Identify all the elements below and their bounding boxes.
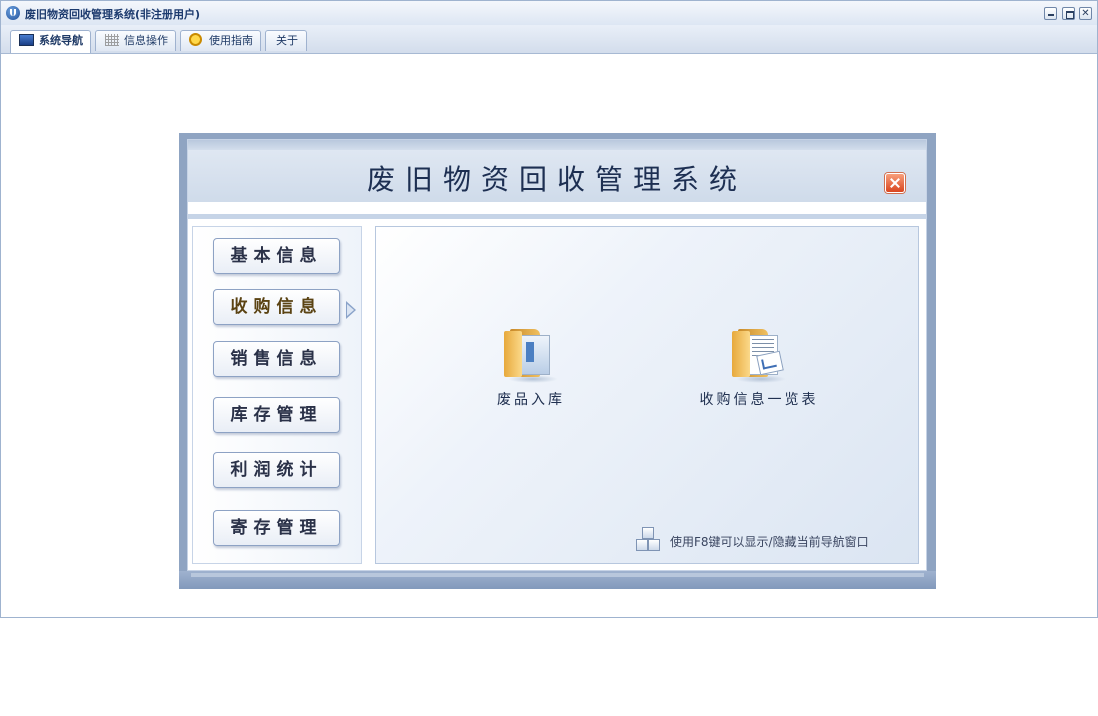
folder-report-icon xyxy=(732,325,786,383)
menu-basic-info[interactable]: 基本信息 xyxy=(213,238,340,274)
hint-text: 使用F8键可以显示/隐藏当前导航窗口 xyxy=(670,535,869,549)
menu-inventory[interactable]: 库存管理 xyxy=(213,397,340,433)
minimize-button[interactable] xyxy=(1044,7,1057,20)
monitor-icon xyxy=(19,34,34,46)
close-navigation-button[interactable] xyxy=(885,173,905,193)
navigation-title: 废旧物资回收管理系统 xyxy=(366,163,747,196)
navigation-body: 废旧物资回收管理系统 基本信息 收购信息 销售信息 库存管理 利润统计 寄存管理… xyxy=(187,139,927,571)
menu-storage[interactable]: 寄存管理 xyxy=(213,510,340,546)
menu-column: 基本信息 收购信息 销售信息 库存管理 利润统计 寄存管理 xyxy=(192,226,362,564)
menu-profit-stats[interactable]: 利润统计 xyxy=(213,452,340,488)
active-arrow-icon xyxy=(346,301,356,319)
app-logo-icon xyxy=(6,6,20,20)
folder-window-icon xyxy=(504,325,558,383)
navigation-header: 废旧物资回收管理系统 xyxy=(188,150,926,202)
menu-sales-info[interactable]: 销售信息 xyxy=(213,341,340,377)
tab-info-operations[interactable]: 信息操作 xyxy=(95,30,176,51)
content-panel: 废品入库 收购信息一览表 使用F8键可以显示/隐藏当前导航窗口 xyxy=(375,226,919,564)
header-strip xyxy=(188,140,926,150)
tab-about[interactable]: 关于 xyxy=(265,30,307,51)
window-title: 废旧物资回收管理系统(非注册用户) xyxy=(25,8,201,21)
title-bar[interactable]: 废旧物资回收管理系统(非注册用户) ✕ xyxy=(1,1,1097,26)
close-window-button[interactable]: ✕ xyxy=(1079,7,1092,20)
help-icon xyxy=(189,33,202,46)
item-waste-intake[interactable]: 废品入库 xyxy=(466,325,596,409)
item-purchase-list[interactable]: 收购信息一览表 xyxy=(694,325,824,409)
tab-label: 使用指南 xyxy=(209,34,253,47)
restore-button[interactable] xyxy=(1062,7,1075,20)
tab-label: 信息操作 xyxy=(124,34,168,47)
tab-user-guide[interactable]: 使用指南 xyxy=(180,30,261,51)
tab-bar: 系统导航 信息操作 使用指南 关于 xyxy=(1,25,1097,54)
item-label: 废品入库 xyxy=(497,392,565,408)
item-label: 收购信息一览表 xyxy=(699,392,819,408)
cubes-icon xyxy=(633,525,663,555)
menu-purchase-info[interactable]: 收购信息 xyxy=(213,289,340,325)
tab-label: 系统导航 xyxy=(39,34,83,47)
divider xyxy=(188,214,926,219)
tab-label: 关于 xyxy=(276,34,298,47)
navigation-footer xyxy=(179,571,936,589)
navigation-window: 废旧物资回收管理系统 基本信息 收购信息 销售信息 库存管理 利润统计 寄存管理… xyxy=(179,133,936,589)
tab-system-navigation[interactable]: 系统导航 xyxy=(10,30,91,53)
grid-icon xyxy=(105,34,119,46)
